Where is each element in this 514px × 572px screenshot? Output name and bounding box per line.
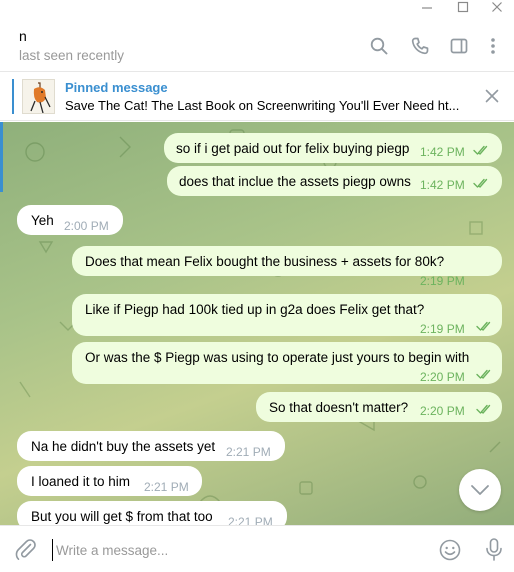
left-edge-indicator <box>0 122 3 192</box>
message-bubble[interactable]: I loaned it to him 2:21 PM <box>17 466 202 496</box>
message-text: Does that mean Felix bought the business… <box>85 254 445 269</box>
message-time: 1:42 PM <box>420 145 465 159</box>
message-bubble[interactable]: Na he didn't buy the assets yet 2:21 PM <box>17 431 285 461</box>
peer-status: last seen recently <box>19 48 125 63</box>
message-time: 2:21 PM <box>228 515 273 525</box>
message-text: so if i get paid out for felix buying pi… <box>176 141 410 156</box>
scroll-to-bottom-button[interactable] <box>459 469 501 511</box>
message-bubble[interactable]: Does that mean Felix bought the business… <box>72 246 502 288</box>
message-time: 2:21 PM <box>226 445 271 459</box>
message-text: Yeh <box>31 213 54 228</box>
close-icon <box>492 2 502 12</box>
message-time: 1:42 PM <box>420 178 465 192</box>
double-check-icon <box>473 145 488 155</box>
sidebar-toggle-button[interactable] <box>446 33 472 59</box>
chat-header: n last seen recently <box>0 17 514 72</box>
message-list[interactable]: so if i get paid out for felix buying pi… <box>0 122 514 525</box>
emoji-icon[interactable] <box>438 538 462 562</box>
phone-icon <box>411 37 429 55</box>
double-check-icon <box>473 178 488 188</box>
double-check-icon <box>476 321 491 331</box>
maximize-button[interactable] <box>448 0 478 14</box>
minimize-button[interactable] <box>412 0 442 14</box>
message-text: Like if Piegp had 100k tied up in g2a do… <box>85 302 425 317</box>
message-bubble[interactable]: Like if Piegp had 100k tied up in g2a do… <box>72 294 502 336</box>
call-button[interactable] <box>407 33 433 59</box>
message-input[interactable] <box>52 539 422 561</box>
peer-name[interactable]: n <box>19 28 27 44</box>
microphone-icon[interactable] <box>482 537 506 563</box>
pinned-message-bar[interactable]: Pinned message Save The Cat! The Last Bo… <box>0 73 514 121</box>
message-text: Na he didn't buy the assets yet <box>31 439 216 454</box>
message-time: 2:19 PM <box>420 322 465 336</box>
message-composer <box>0 525 514 572</box>
search-button[interactable] <box>366 33 392 59</box>
message-bubble[interactable]: So that doesn't matter? 2:20 PM <box>256 392 502 422</box>
double-check-icon <box>476 404 491 414</box>
message-bubble[interactable]: But you will get $ from that too 2:21 PM <box>17 501 287 525</box>
double-check-icon <box>476 369 491 379</box>
pinned-title: Pinned message <box>65 80 168 95</box>
message-bubble[interactable]: Yeh 2:00 PM <box>17 205 123 235</box>
message-time: 2:19 PM <box>420 274 465 288</box>
message-bubble[interactable]: does that inclue the assets piegp owns 1… <box>167 166 502 196</box>
pinned-accent-bar <box>12 79 14 114</box>
minimize-icon <box>422 7 432 9</box>
message-bubble[interactable]: Or was the $ Piegp was using to operate … <box>72 342 502 384</box>
pinned-thumbnail <box>22 79 55 114</box>
message-text: But you will get $ from that too <box>31 509 213 524</box>
chevron-down-icon <box>471 485 489 495</box>
maximize-icon <box>457 1 469 13</box>
unpin-button[interactable] <box>480 84 504 108</box>
close-window-button[interactable] <box>482 0 512 14</box>
search-icon <box>370 37 388 55</box>
close-icon <box>485 89 499 103</box>
message-text: I loaned it to him <box>31 474 131 489</box>
pinned-cat-image <box>23 80 54 113</box>
paperclip-icon[interactable] <box>14 538 38 562</box>
message-time: 2:20 PM <box>420 404 465 418</box>
more-vertical-icon <box>491 38 495 54</box>
message-bubble[interactable]: so if i get paid out for felix buying pi… <box>164 133 502 163</box>
pinned-text: Save The Cat! The Last Book on Screenwri… <box>65 98 460 113</box>
message-time: 2:20 PM <box>420 370 465 384</box>
message-text: Or was the $ Piegp was using to operate … <box>85 350 470 365</box>
message-text: So that doesn't matter? <box>269 400 409 415</box>
message-text: does that inclue the assets piegp owns <box>179 174 411 189</box>
message-time: 2:00 PM <box>64 219 109 233</box>
window-titlebar <box>0 0 514 17</box>
more-button[interactable] <box>480 33 506 59</box>
message-time: 2:21 PM <box>144 480 189 494</box>
sidebar-toggle-icon <box>450 38 468 54</box>
